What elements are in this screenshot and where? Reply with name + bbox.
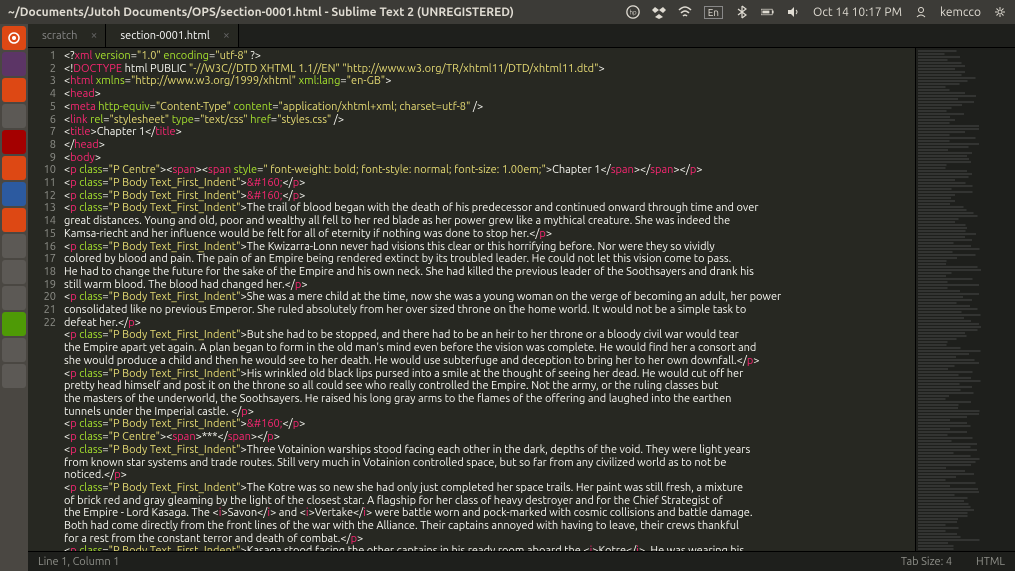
battery-icon[interactable] bbox=[761, 5, 775, 19]
launcher-app1[interactable] bbox=[2, 130, 26, 154]
launcher-app2[interactable] bbox=[2, 156, 26, 180]
launcher-app4[interactable] bbox=[2, 208, 26, 232]
dropbox-icon[interactable] bbox=[652, 5, 666, 19]
launcher-app6[interactable] bbox=[2, 286, 26, 310]
tab-label: section-0001.html bbox=[120, 30, 209, 42]
tab-scratch[interactable]: scratch × bbox=[28, 24, 106, 47]
wifi-icon[interactable] bbox=[678, 5, 692, 19]
svg-text:hp: hp bbox=[629, 10, 636, 17]
launcher-dash[interactable] bbox=[2, 26, 26, 50]
tab-bar: scratch × section-0001.html × bbox=[28, 24, 1015, 48]
system-tray: hp En Oct 14 10:17 PM kemcco bbox=[626, 5, 1007, 19]
window-title: ~/Documents/Jutoh Documents/OPS/section-… bbox=[8, 6, 626, 19]
gear-icon[interactable] bbox=[993, 5, 1007, 19]
user-icon[interactable] bbox=[914, 5, 928, 19]
hp-icon[interactable]: hp bbox=[626, 5, 640, 19]
launcher-terminal[interactable] bbox=[2, 104, 26, 128]
username[interactable]: kemcco bbox=[940, 6, 981, 19]
launcher-app7[interactable] bbox=[2, 312, 26, 336]
close-icon[interactable]: × bbox=[223, 29, 230, 42]
status-tabsize[interactable]: Tab Size: 4 bbox=[901, 556, 952, 568]
code-area[interactable]: 12345678910111213141516171819202122 <?xm… bbox=[28, 48, 1015, 551]
tab-label: scratch bbox=[42, 30, 77, 42]
launcher-firefox[interactable] bbox=[2, 78, 26, 102]
launcher-app9[interactable] bbox=[2, 364, 26, 388]
unity-launcher bbox=[0, 24, 28, 571]
bluetooth-icon[interactable] bbox=[735, 5, 749, 19]
tab-section[interactable]: section-0001.html × bbox=[106, 24, 238, 47]
clock[interactable]: Oct 14 10:17 PM bbox=[813, 6, 902, 19]
launcher-app8[interactable] bbox=[2, 338, 26, 362]
language-indicator[interactable]: En bbox=[704, 6, 723, 19]
status-position[interactable]: Line 1, Column 1 bbox=[38, 556, 901, 568]
volume-icon[interactable] bbox=[787, 5, 801, 19]
launcher-files[interactable] bbox=[2, 52, 26, 76]
launcher-sublime[interactable] bbox=[2, 234, 26, 258]
editor: scratch × section-0001.html × 1234567891… bbox=[28, 24, 1015, 551]
status-syntax[interactable]: HTML bbox=[976, 556, 1005, 568]
system-topbar: ~/Documents/Jutoh Documents/OPS/section-… bbox=[0, 0, 1015, 24]
launcher-app3[interactable] bbox=[2, 182, 26, 206]
close-icon[interactable]: × bbox=[91, 29, 98, 42]
status-bar: Line 1, Column 1 Tab Size: 4 HTML bbox=[28, 551, 1015, 571]
minimap[interactable] bbox=[915, 48, 1015, 551]
launcher-app5[interactable] bbox=[2, 260, 26, 284]
code-content[interactable]: <?xml version="1.0" encoding="utf-8" ?><… bbox=[64, 48, 915, 551]
line-numbers: 12345678910111213141516171819202122 bbox=[28, 48, 64, 551]
